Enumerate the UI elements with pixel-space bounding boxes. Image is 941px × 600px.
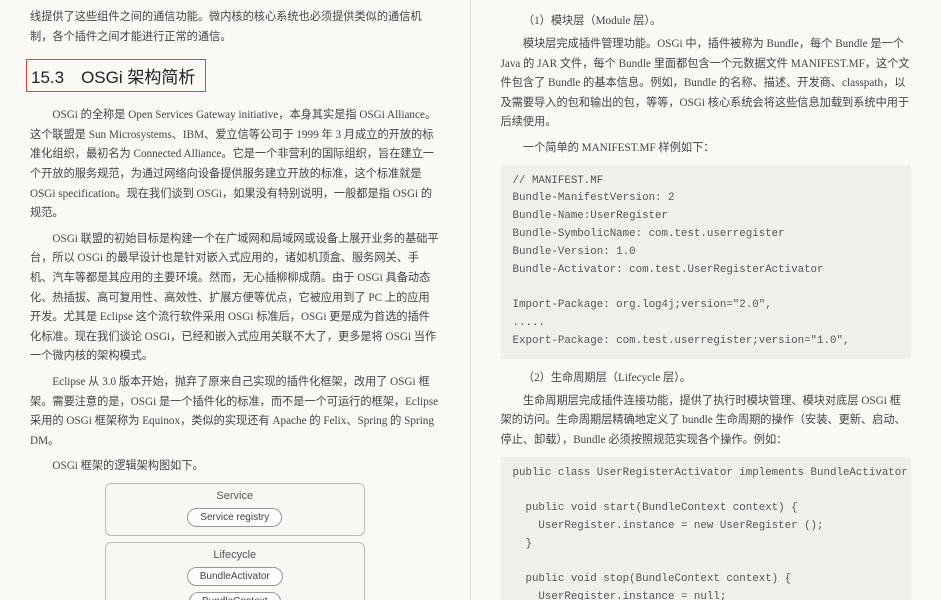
manifest-code: // MANIFEST.MF Bundle-ManifestVersion: 2… bbox=[501, 165, 912, 359]
lifecycle-layer-body: 生命周期层完成插件连接功能，提供了执行时模块管理、模块对底层 OSGi 框架的访… bbox=[501, 392, 912, 451]
manifest-lead: 一个简单的 MANIFEST.MF 样例如下： bbox=[501, 139, 912, 159]
architecture-diagram: Service Service registry Lifecycle Bundl… bbox=[105, 483, 365, 600]
module-layer-body: 模块层完成插件管理功能。OSGi 中，插件被称为 Bundle，每个 Bundl… bbox=[501, 35, 912, 133]
lifecycle-layer-head: （2）生命周期层（Lifecycle 层）。 bbox=[501, 369, 912, 388]
diagram-lifecycle-title: Lifecycle bbox=[116, 549, 354, 561]
activator-code: public class UserRegisterActivator imple… bbox=[501, 457, 912, 600]
diagram-bundle-context: BundleContext bbox=[189, 592, 281, 600]
module-layer-head: （1）模块层（Module 层）。 bbox=[501, 12, 912, 31]
diagram-bundle-activator: BundleActivator bbox=[187, 567, 283, 586]
section-heading: 15.3 OSGi 架构简析 bbox=[26, 59, 206, 92]
page-right: （1）模块层（Module 层）。 模块层完成插件管理功能。OSGi 中，插件被… bbox=[471, 0, 941, 600]
diagram-service-group: Service Service registry bbox=[105, 483, 365, 536]
diagram-lifecycle-group: Lifecycle BundleActivator BundleContext bbox=[105, 542, 365, 600]
page-left: 线提供了这些组件之间的通信功能。微内核的核心系统也必须提供类似的通信机制，各个插… bbox=[0, 0, 471, 600]
paragraph-4: OSGi 框架的逻辑架构图如下。 bbox=[30, 457, 440, 477]
paragraph-3: Eclipse 从 3.0 版本开始，抛弃了原来自己实现的插件化框架，改用了 O… bbox=[30, 373, 440, 451]
paragraph-1: OSGi 的全称是 Open Services Gateway initiati… bbox=[30, 106, 440, 224]
diagram-service-registry: Service registry bbox=[187, 508, 282, 527]
diagram-service-title: Service bbox=[116, 490, 354, 502]
intro-continuation: 线提供了这些组件之间的通信功能。微内核的核心系统也必须提供类似的通信机制，各个插… bbox=[30, 8, 440, 47]
paragraph-2: OSGi 联盟的初始目标是构建一个在广域网和局域网或设备上展开业务的基础平台，所… bbox=[30, 230, 440, 367]
